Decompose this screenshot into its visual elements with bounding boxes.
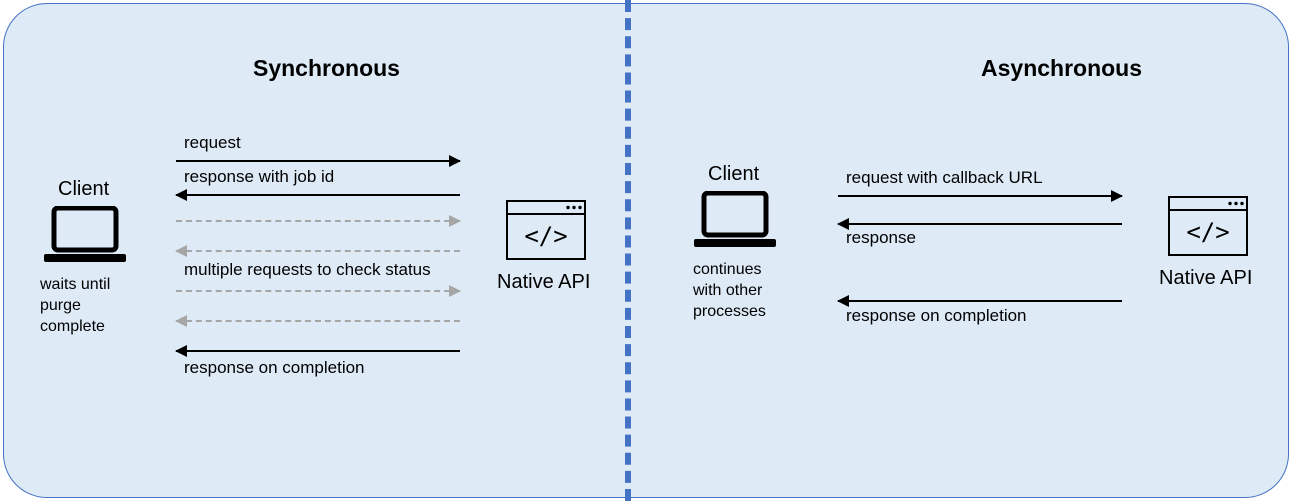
async-response-label: response <box>846 228 916 248</box>
sync-resp-jobid-arrow <box>176 194 460 196</box>
sync-request-arrow <box>176 160 460 162</box>
api-window-icon: </> <box>506 200 586 260</box>
sync-resp-jobid-label: response with job id <box>184 167 334 187</box>
sync-check-arrow-2 <box>176 250 460 252</box>
async-client-sub: continues with other processes <box>693 260 766 322</box>
sync-title: Synchronous <box>253 55 400 82</box>
async-title: Asynchronous <box>981 55 1142 82</box>
sync-api-label: Native API <box>497 271 590 294</box>
api-window-icon: </> <box>1168 196 1248 256</box>
sync-multi-check-label: multiple requests to check status <box>184 260 431 280</box>
sync-check-arrow-3 <box>176 290 460 292</box>
sync-request-label: request <box>184 133 241 153</box>
sync-client-sub: waits until purge complete <box>40 275 110 337</box>
sync-resp-done-label: response on completion <box>184 358 365 378</box>
sync-resp-done-arrow <box>176 350 460 352</box>
sync-check-arrow-4 <box>176 320 460 322</box>
async-resp-done-arrow <box>838 300 1122 302</box>
svg-text:</>: </> <box>1186 218 1229 246</box>
async-request-cb-arrow <box>838 195 1122 197</box>
async-request-cb-label: request with callback URL <box>846 168 1043 188</box>
async-api-label: Native API <box>1159 267 1252 290</box>
async-client-label: Client <box>708 163 759 186</box>
svg-text:</>: </> <box>524 222 567 250</box>
section-divider <box>625 0 631 501</box>
sync-client-label: Client <box>58 178 109 201</box>
async-response-arrow <box>838 223 1122 225</box>
async-resp-done-label: response on completion <box>846 306 1027 326</box>
sync-check-arrow-1 <box>176 220 460 222</box>
laptop-icon <box>692 191 778 249</box>
laptop-icon <box>42 206 128 264</box>
